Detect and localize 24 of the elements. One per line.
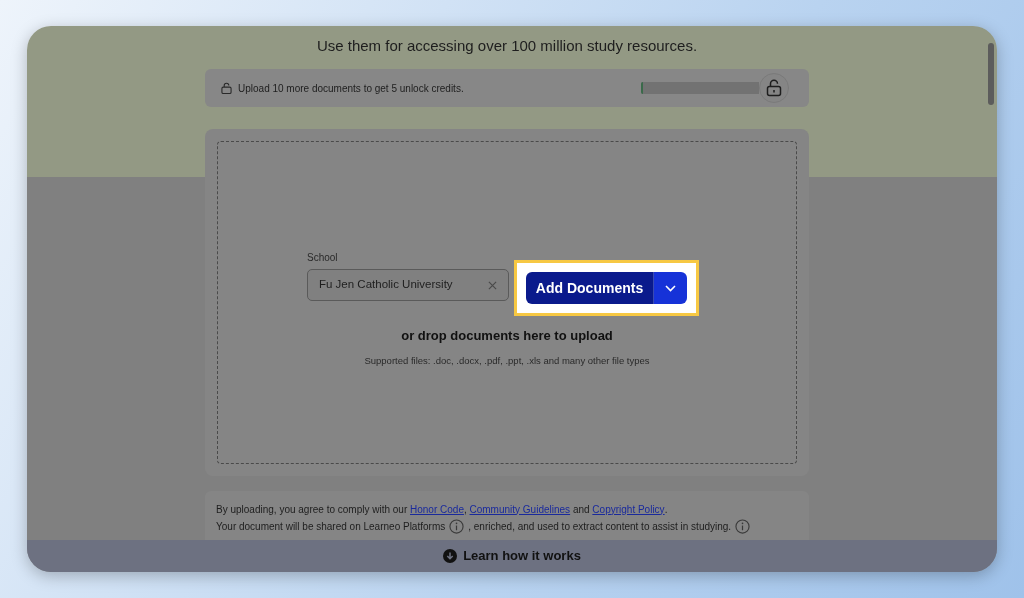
drop-zone[interactable]: School Fu Jen Catholic University Add Documents or drop documents here to upload Supported files: .doc, .docx, .pdf, .ppt, .xls and many other file types (217, 141, 797, 464)
policy-link[interactable]: Honor Code (410, 503, 464, 515)
supported-files-text: Supported files: .doc, .docx, .pdf, .ppt, .xls and many other file types (364, 353, 650, 368)
drop-text: or drop documents here to upload (401, 327, 613, 345)
info-icon[interactable] (735, 518, 751, 534)
terms-sentence: By uploading, you agree to comply with our Honor Code, Community Guidelines and Copyright Policy. (216, 502, 669, 517)
field-label: School (307, 251, 339, 265)
learn-label: Learn how it works (463, 547, 581, 566)
policy-link[interactable]: Community Guidelines (469, 503, 571, 515)
add-documents-button[interactable]: Add Documents (526, 272, 654, 304)
bottom-bar[interactable]: Learn how it works (27, 540, 997, 572)
chevron-down-icon (665, 284, 676, 292)
sharing-text: , enriched, and used to extract content to assist in studying. (468, 519, 732, 534)
sharing-text: Your document will be shared on Learneo Platforms (216, 519, 446, 534)
info-icon[interactable] (449, 518, 465, 534)
arrow-down-circle-icon (443, 549, 458, 563)
lock-icon (221, 82, 232, 94)
school-field[interactable]: Fu Jen Catholic University (307, 269, 509, 301)
policy-link[interactable]: Copyright Policy (592, 503, 665, 515)
dropdown-button[interactable] (654, 272, 687, 304)
progress-message: Upload 10 more documents to get 5 unlock credits. (238, 81, 464, 96)
intro-text: Use them for accessing over 100 million study resources. (316, 36, 698, 56)
scrollbar[interactable] (988, 43, 994, 105)
clear-icon[interactable] (488, 280, 497, 290)
